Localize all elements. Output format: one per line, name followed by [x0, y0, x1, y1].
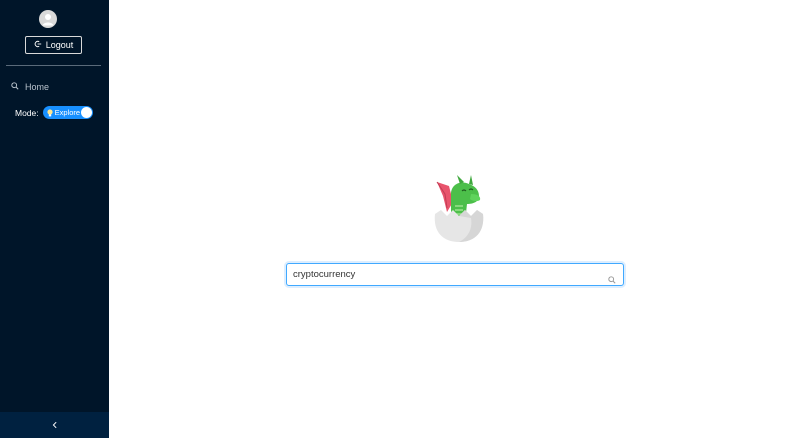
- mode-toggle[interactable]: Explore: [42, 106, 93, 119]
- chevron-left-icon: [51, 416, 59, 434]
- search-input[interactable]: [287, 264, 608, 285]
- search-icon[interactable]: [608, 271, 616, 284]
- main-content: [109, 0, 800, 438]
- sidebar-item-home[interactable]: Home: [11, 81, 49, 93]
- logout-label: Logout: [45, 40, 74, 50]
- sidebar-collapse-button[interactable]: [0, 412, 109, 438]
- search-box: [286, 263, 624, 286]
- logout-button[interactable]: Logout: [25, 36, 82, 54]
- lightbulb-icon: [47, 108, 53, 117]
- mode-row: Mode: Explore: [15, 106, 93, 119]
- user-avatar-icon[interactable]: [39, 10, 57, 28]
- search-icon: [11, 82, 19, 92]
- mode-label: Mode:: [15, 107, 39, 118]
- sidebar-divider: [6, 65, 101, 66]
- toggle-knob: [80, 107, 92, 118]
- sidebar: Logout Home Mode: Explore: [0, 0, 109, 438]
- dragon-egg-logo: [427, 172, 487, 244]
- logout-icon: [34, 40, 42, 50]
- mode-toggle-label: Explore: [54, 108, 81, 117]
- sidebar-item-label: Home: [25, 82, 50, 92]
